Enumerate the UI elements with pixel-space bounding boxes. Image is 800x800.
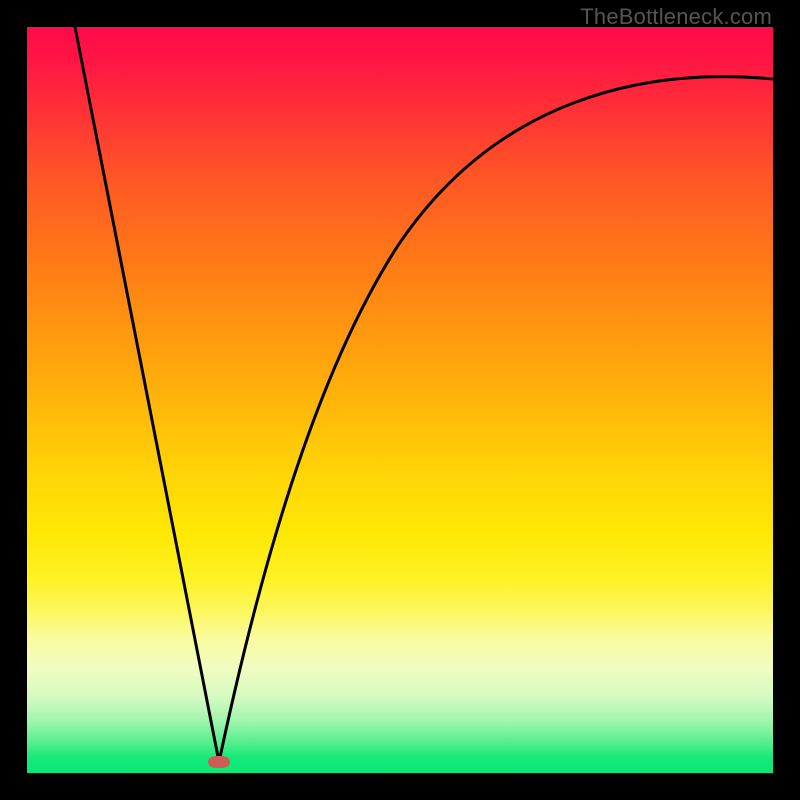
sweet-spot-marker [208, 756, 230, 768]
chart-plot-area [27, 27, 773, 773]
attribution-label: TheBottleneck.com [580, 4, 772, 30]
heat-gradient-background [27, 27, 773, 773]
